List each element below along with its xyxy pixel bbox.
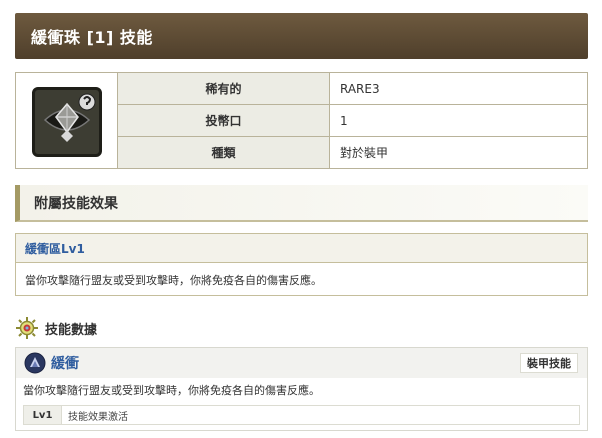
attached-skill-head: 緩衝區Lv1 — [16, 234, 587, 263]
attached-skill-box: 緩衝區Lv1 當你攻擊隨行盟友或受到攻擊時，你將免疫各自的傷害反應。 — [15, 233, 588, 296]
decoration-info-table: 稀有的 RARE3 投幣口 1 種類 對於裝甲 — [15, 72, 588, 169]
skill-card-head: 緩衝 裝甲技能 — [16, 348, 587, 378]
skill-level-label: Lv1 — [24, 406, 62, 424]
effects-section-heading: 附屬技能效果 — [15, 185, 588, 222]
skill-data-heading: 技能數據 — [15, 316, 97, 340]
skill-data-title: 技能數據 — [45, 322, 98, 338]
page-header: 緩衝珠 [1] 技能 — [15, 13, 588, 59]
skill-type-badge: 裝甲技能 — [520, 353, 578, 373]
info-row-rarity: 稀有的 RARE3 — [15, 72, 588, 169]
page-title: 緩衝珠 [1] 技能 — [31, 28, 153, 47]
type-label: 種類 — [117, 136, 330, 169]
type-value: 對於裝甲 — [329, 136, 588, 169]
effects-section-title: 附屬技能效果 — [34, 195, 118, 212]
slot-value: 1 — [329, 104, 588, 137]
skill-level-text: 技能效果激活 — [68, 411, 128, 423]
decoration-jewel-icon — [31, 87, 102, 157]
sun-gear-icon — [15, 316, 39, 340]
slot-label: 投幣口 — [117, 104, 330, 137]
icon-cell — [15, 72, 118, 169]
skill-name-link[interactable]: 緩衝 — [51, 353, 79, 373]
skill-card: 緩衝 裝甲技能 當你攻擊隨行盟友或受到攻擊時，你將免疫各自的傷害反應。 Lv1 … — [15, 347, 588, 431]
skill-level-row: Lv1 技能效果激活 — [23, 405, 580, 425]
rarity-label: 稀有的 — [117, 72, 330, 105]
attached-skill-link[interactable]: 緩衝區Lv1 — [25, 240, 85, 257]
skill-card-description: 當你攻擊隨行盟友或受到攻擊時，你將免疫各自的傷害反應。 — [23, 384, 320, 397]
attached-skill-description: 當你攻擊隨行盟友或受到攻擊時，你將免疫各自的傷害反應。 — [25, 273, 322, 287]
armor-skill-icon — [24, 352, 46, 374]
rarity-value: RARE3 — [329, 72, 588, 105]
